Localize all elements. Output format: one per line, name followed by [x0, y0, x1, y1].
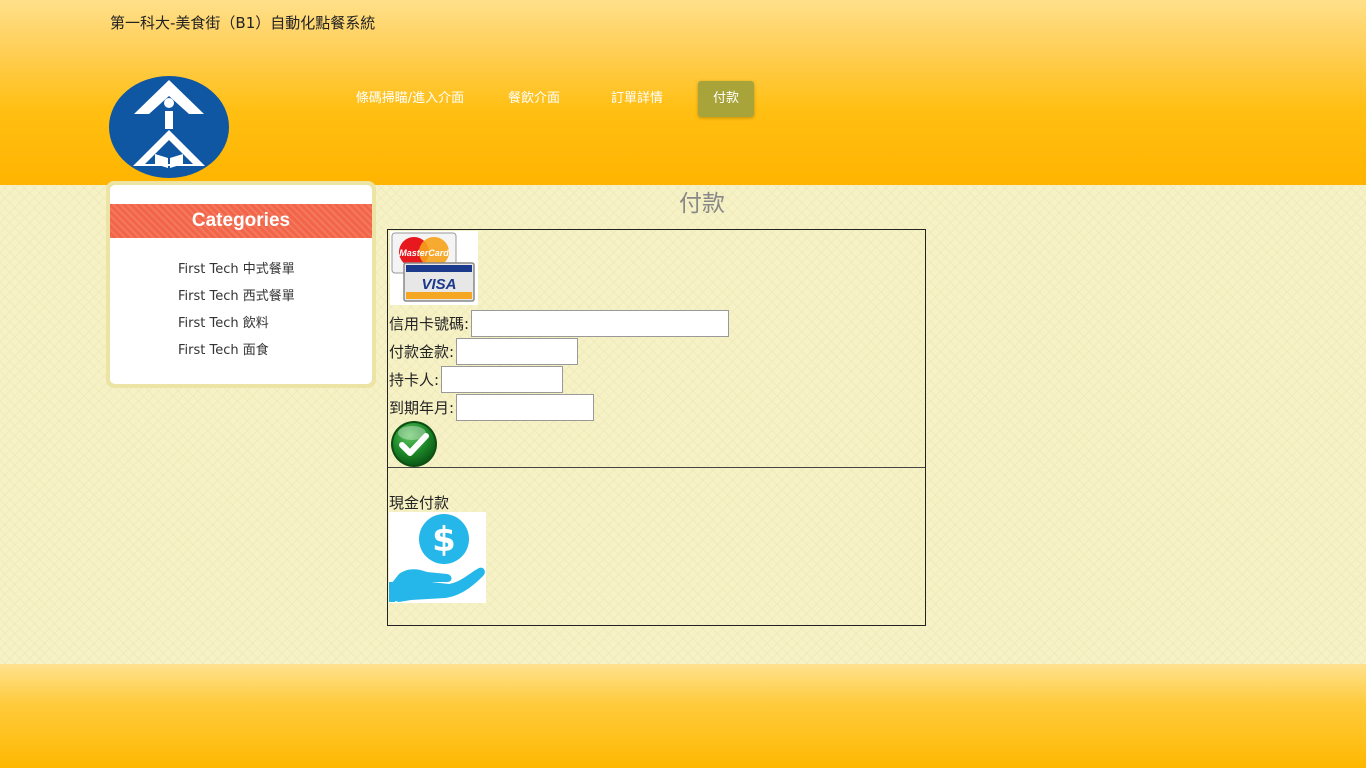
header: 第一科大-美食街（B1）自動化點餐系統 條碼掃瞄/進入介面 餐飲介面 訂單詳情 …: [0, 0, 1366, 185]
school-logo: [109, 76, 229, 178]
categories-sidebar: Categories First Tech 中式餐單 First Tech 西式…: [106, 181, 376, 388]
page-title: 付款: [679, 191, 725, 217]
cardholder-label: 持卡人:: [389, 370, 440, 389]
categories-panel: Categories First Tech 中式餐單 First Tech 西式…: [110, 185, 372, 384]
amount-input[interactable]: [456, 337, 579, 365]
category-chinese-menu[interactable]: First Tech 中式餐單: [178, 258, 295, 285]
category-list: First Tech 中式餐單 First Tech 西式餐單 First Te…: [178, 258, 295, 366]
category-noodles[interactable]: First Tech 面食: [178, 339, 295, 366]
card-number-row: 信用卡號碼:: [389, 309, 730, 337]
card-number-label: 信用卡號碼:: [389, 314, 470, 333]
amount-row: 付款金款:: [389, 337, 579, 365]
category-western-menu[interactable]: First Tech 西式餐單: [178, 285, 295, 312]
check-icon[interactable]: [389, 420, 439, 468]
categories-heading: Categories: [110, 204, 372, 238]
footer: [0, 664, 1366, 768]
card-number-input[interactable]: [471, 309, 730, 337]
expiry-input[interactable]: [456, 393, 595, 421]
cash-payment-icon[interactable]: $: [389, 512, 486, 603]
cash-payment-label: 現金付款: [389, 494, 450, 512]
svg-text:$: $: [432, 520, 456, 560]
site-title: 第一科大-美食街（B1）自動化點餐系統: [110, 14, 376, 32]
expiry-row: 到期年月:: [389, 393, 595, 421]
category-drinks[interactable]: First Tech 飲料: [178, 312, 295, 339]
payment-box: MasterCard VISA 信用卡號碼: 付款金款: 持卡人: 到期年月:: [387, 229, 926, 626]
mastercard-logo-text: MasterCard: [399, 248, 449, 258]
nav-barcode-scan[interactable]: 條碼掃瞄/進入介面: [340, 81, 480, 117]
amount-label: 付款金款:: [389, 342, 455, 361]
visa-logo-text: VISA: [421, 276, 456, 293]
cardholder-input[interactable]: [441, 365, 564, 393]
nav-order-details[interactable]: 訂單詳情: [598, 81, 676, 117]
nav-dining[interactable]: 餐飲介面: [498, 81, 570, 117]
expiry-label: 到期年月:: [389, 398, 455, 417]
credit-card-section: MasterCard VISA 信用卡號碼: 付款金款: 持卡人: 到期年月:: [388, 230, 925, 468]
cardholder-row: 持卡人:: [389, 365, 564, 393]
card-brands-icon: MasterCard VISA: [390, 231, 478, 305]
nav-payment[interactable]: 付款: [698, 81, 754, 117]
